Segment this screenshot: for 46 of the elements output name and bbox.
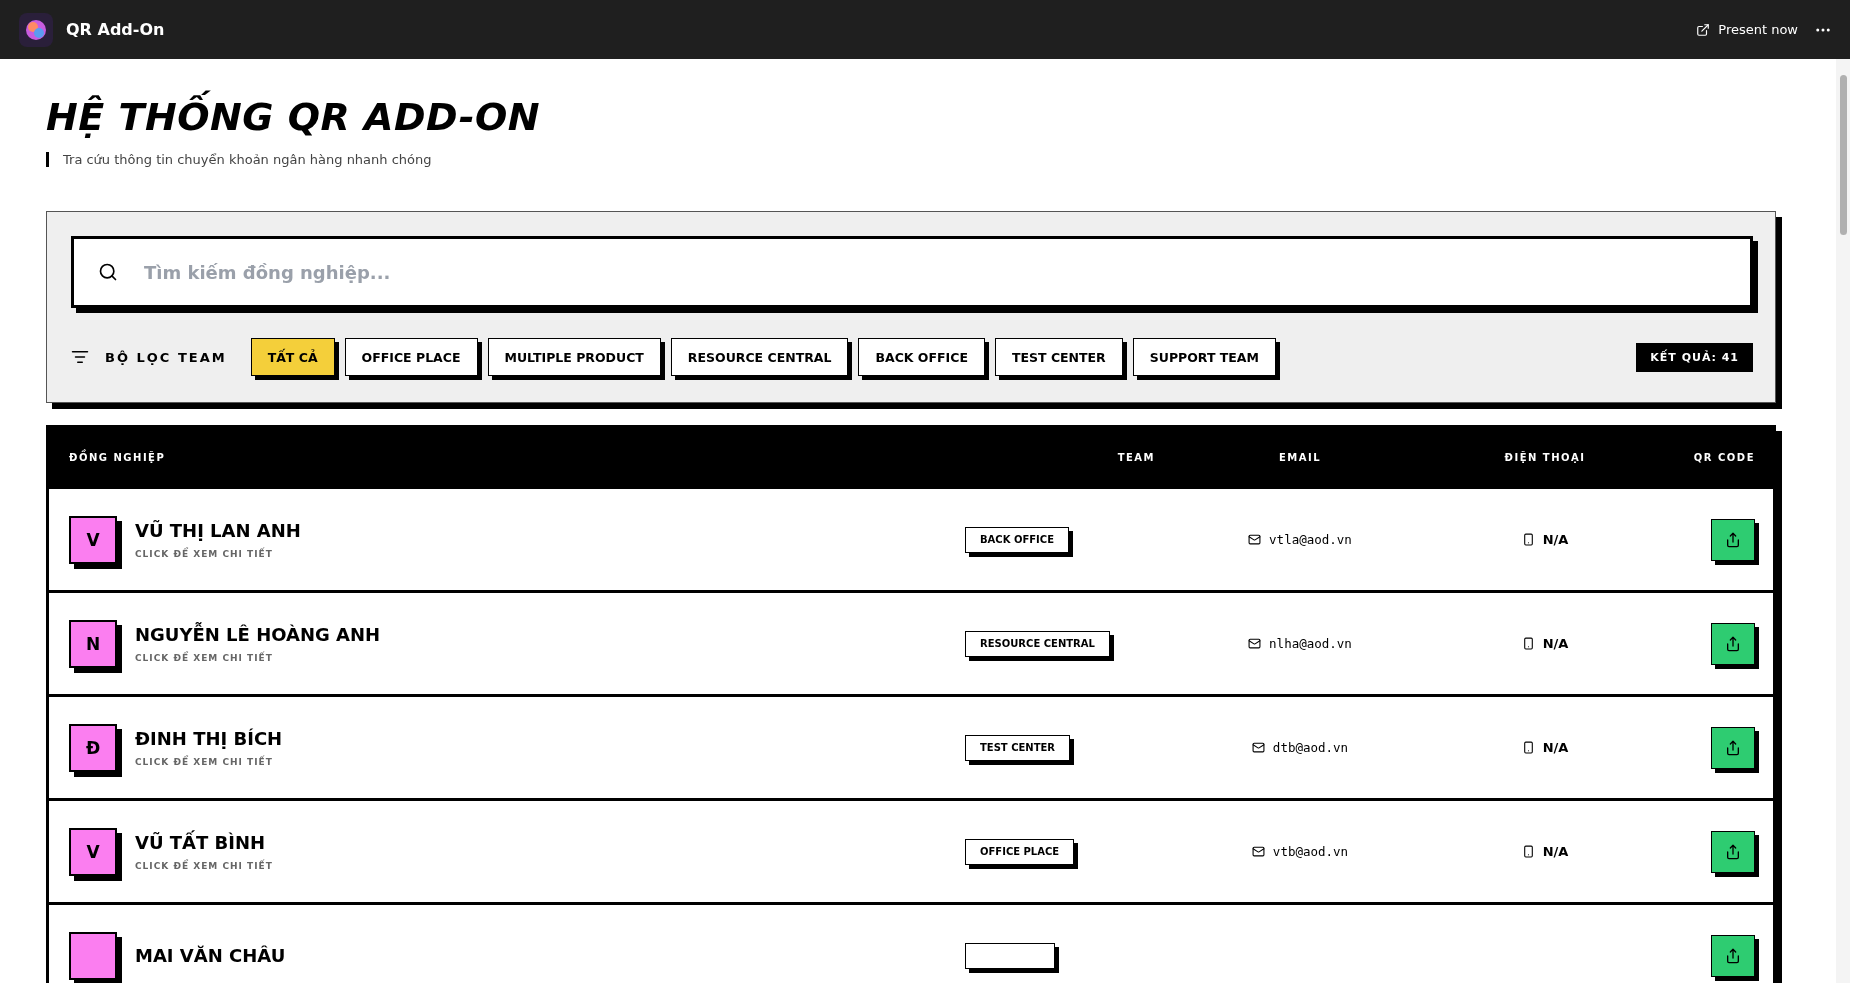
filter-label: BỘ LỌC TEAM (105, 349, 227, 365)
email-text: nlha@aod.vn (1269, 636, 1352, 652)
app-logo-icon (18, 11, 54, 48)
share-icon (1725, 843, 1741, 860)
phone-text: N/A (1542, 740, 1569, 756)
present-button[interactable]: Present now (1692, 18, 1802, 41)
mail-icon (1248, 637, 1262, 651)
column-header: TEAM (1116, 451, 1155, 463)
phone-icon (1521, 741, 1535, 755)
colleague-name: VŨ THỊ LAN ANH (135, 520, 301, 542)
detail-hint: CLICK ĐỂ XEM CHI TIẾT (135, 757, 274, 768)
phone-text: N/A (1542, 532, 1569, 548)
column-header: ĐIỆN THOẠI (1503, 451, 1587, 463)
mail-icon (1251, 741, 1265, 755)
mail-icon (1248, 533, 1262, 547)
table-row[interactable]: MAI VĂN CHÂU (49, 902, 1773, 983)
share-icon (1696, 22, 1711, 37)
search-icon (98, 262, 118, 283)
detail-hint: CLICK ĐỂ XEM CHI TIẾT (135, 549, 274, 560)
column-header: EMAIL (1277, 451, 1323, 463)
phone-icon (1521, 533, 1535, 547)
page-subtitle: Tra cứu thông tin chuyển khoản ngân hàng nhanh chóng (46, 152, 1776, 168)
result-count: KẾT QUẢ: 41 (1636, 342, 1753, 372)
team-filter-chip[interactable]: RESOURCE CENTRAL (670, 338, 849, 377)
phone-text: N/A (1542, 636, 1569, 652)
phone-text: N/A (1542, 844, 1569, 860)
column-header: QR CODE (1692, 451, 1755, 463)
share-icon (1725, 635, 1741, 652)
mail-icon (1251, 845, 1265, 859)
email-text: vtb@aod.vn (1272, 844, 1349, 860)
colleague-name: VŨ TẤT BÌNH (135, 832, 267, 854)
detail-hint: CLICK ĐỂ XEM CHI TIẾT (135, 653, 274, 664)
scrollbar-thumb[interactable] (1839, 75, 1847, 235)
app-name: QR Add-On (66, 20, 166, 39)
colleague-name: ĐINH THỊ BÍCH (135, 728, 283, 750)
detail-hint: CLICK ĐỂ XEM CHI TIẾT (135, 861, 273, 872)
share-icon (1725, 739, 1741, 756)
phone-icon (1521, 845, 1535, 859)
column-header: ĐỒNG NGHIỆP (69, 451, 167, 463)
phone-icon (1521, 637, 1535, 651)
colleague-name: NGUYỄN LÊ HOÀNG ANH (135, 624, 381, 646)
share-icon (1725, 947, 1741, 964)
share-icon (1725, 531, 1741, 548)
email-text: dtb@aod.vn (1272, 740, 1349, 756)
colleague-name: MAI VĂN CHÂU (135, 945, 286, 967)
email-text: vtla@aod.vn (1269, 532, 1352, 548)
